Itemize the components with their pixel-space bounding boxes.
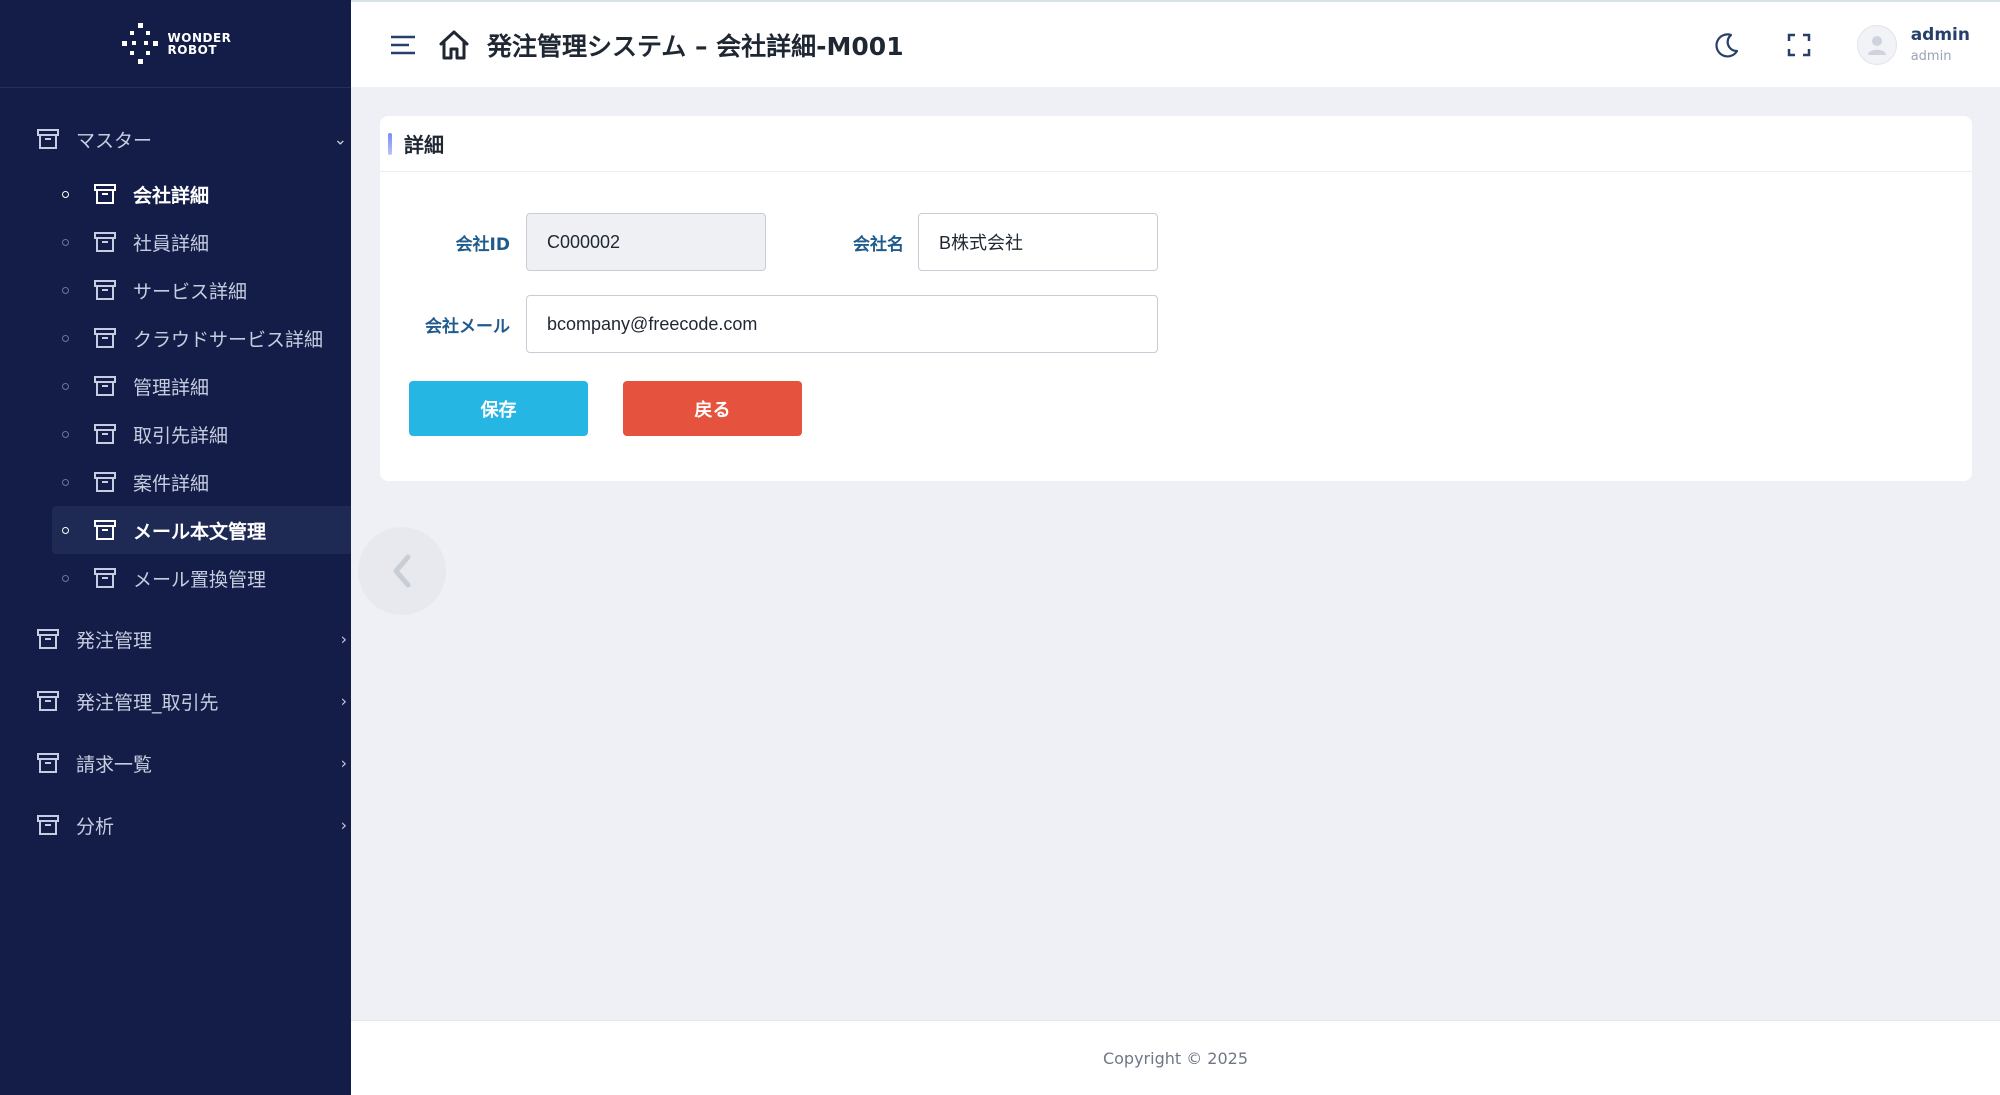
archive-icon [94,328,116,348]
fullscreen-icon[interactable] [1785,31,1813,59]
header-actions: admin admin [1713,2,2000,87]
sidebar-item-label: 管理詳細 [133,376,210,399]
sidebar-item-partner-detail[interactable]: 取引先詳細 [52,410,351,458]
save-button[interactable]: 保存 [409,381,588,436]
sidebar-item-label: 社員詳細 [133,232,210,255]
bullet-icon [62,526,69,534]
archive-icon [94,520,116,540]
company-mail-label: 会社メール [425,317,510,337]
archive-icon [94,472,116,492]
archive-icon [94,280,116,300]
sidebar: WONDER ROBOT マスター ⌄ 会社詳細 社員詳細 サービス詳細 クラウ… [0,0,351,1095]
archive-icon [94,424,116,444]
chevron-left-icon [393,554,411,588]
bullet-icon [62,190,69,198]
card-title: 詳細 [404,133,444,157]
sidebar-item-project-detail[interactable]: 案件詳細 [52,458,351,506]
sidebar-group-analysis[interactable]: 分析 › [0,794,351,856]
home-icon[interactable] [437,28,471,62]
logo[interactable]: WONDER ROBOT [0,0,351,88]
footer: Copyright © 2025 [351,1020,2000,1095]
sidebar-item-label: 取引先詳細 [133,424,229,447]
sidebar-item-company-detail[interactable]: 会社詳細 [52,170,351,218]
bullet-icon [62,334,69,342]
header: 発注管理システム – 会社詳細-M001 admin admin [351,0,2000,87]
sidebar-item-label: 会社詳細 [133,184,210,207]
detail-card: 詳細 会社ID 会社名 会社メール 保存 戻る [380,116,1972,481]
bullet-icon [62,430,69,438]
company-id-input[interactable] [526,213,766,271]
archive-icon [37,629,59,649]
sidebar-item-label: メール本文管理 [133,520,267,543]
sidebar-item-mail-body-management[interactable]: メール本文管理 [52,506,351,554]
bullet-icon [62,574,69,582]
logo-line2: ROBOT [167,42,218,57]
sidebar-group-billing-list[interactable]: 請求一覧 › [0,732,351,794]
archive-icon [37,815,59,835]
user-name: admin [1910,25,1970,45]
sidebar-item-label: クラウドサービス詳細 [133,328,324,351]
chevron-right-icon: › [340,753,347,773]
company-name-input[interactable] [918,213,1158,271]
sidebar-group-label: 分析 [76,815,115,838]
chevron-right-icon: › [340,815,347,835]
chevron-down-icon: ⌄ [333,129,347,149]
chevron-right-icon: › [340,691,347,711]
back-button[interactable]: 戻る [623,381,802,436]
sidebar-item-cloud-service-detail[interactable]: クラウドサービス詳細 [52,314,351,362]
sidebar-group-order-partner[interactable]: 発注管理_取引先 › [0,670,351,732]
archive-icon [94,232,116,252]
sidebar-group-label: 請求一覧 [76,753,153,776]
company-mail-input[interactable] [526,295,1158,353]
title-accent-bar [388,132,392,155]
logo-icon [121,22,158,64]
sidebar-group-master[interactable]: マスター ⌄ [0,108,351,170]
bullet-icon [62,478,69,486]
bullet-icon [62,238,69,246]
menu-icon[interactable] [389,33,417,57]
bullet-icon [62,286,69,294]
collapse-button[interactable] [358,527,446,615]
sidebar-item-label: サービス詳細 [133,280,248,303]
company-id-label: 会社ID [455,235,510,255]
sidebar-item-mail-replace-management[interactable]: メール置換管理 [52,554,351,602]
company-name-label: 会社名 [853,235,904,255]
page-title: 発注管理システム – 会社詳細-M001 [487,31,904,61]
card-header: 詳細 [380,116,1972,172]
archive-icon [37,691,59,711]
sidebar-group-label: マスター [76,129,153,152]
sidebar-submenu-master: 会社詳細 社員詳細 サービス詳細 クラウドサービス詳細 管理詳細 取引先詳細 案… [0,170,351,608]
archive-icon [37,753,59,773]
archive-icon [94,568,116,588]
bullet-icon [62,382,69,390]
sidebar-item-employee-detail[interactable]: 社員詳細 [52,218,351,266]
logo-text: WONDER ROBOT [168,32,232,56]
archive-icon [37,129,59,149]
user-role: admin [1910,49,1952,64]
sidebar-item-management-detail[interactable]: 管理詳細 [52,362,351,410]
logo-inner: WONDER ROBOT [120,21,232,67]
sidebar-group-label: 発注管理_取引先 [76,691,219,714]
copyright-text: Copyright © 2025 [1102,1048,1249,1068]
sidebar-item-label: メール置換管理 [133,568,267,591]
moon-icon[interactable] [1713,31,1741,59]
archive-icon [94,184,116,204]
user-info[interactable]: admin admin [1911,25,1970,64]
logo-line1: WONDER [167,30,232,45]
archive-icon [94,376,116,396]
sidebar-item-label: 案件詳細 [133,472,210,495]
user-icon [1867,35,1886,55]
sidebar-menu: マスター ⌄ 会社詳細 社員詳細 サービス詳細 クラウドサービス詳細 管理詳細 … [0,88,351,856]
sidebar-group-order-management[interactable]: 発注管理 › [0,608,351,670]
chevron-right-icon: › [340,629,347,649]
sidebar-item-service-detail[interactable]: サービス詳細 [52,266,351,314]
avatar[interactable] [1856,24,1897,65]
sidebar-group-label: 発注管理 [76,629,153,652]
